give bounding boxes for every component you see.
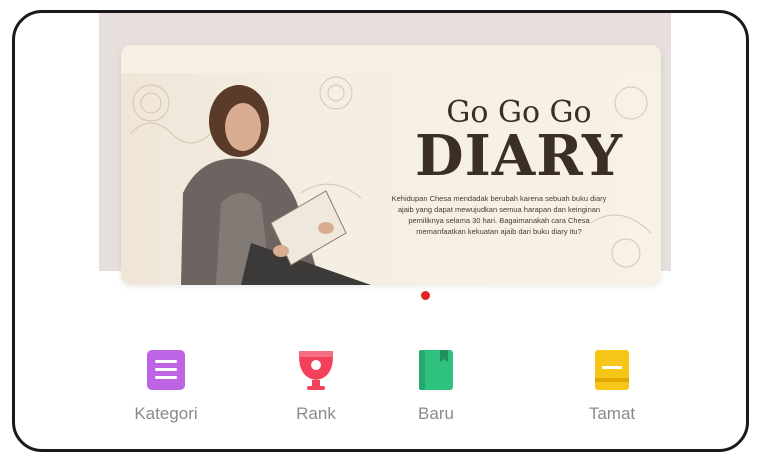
nav-baru-label: Baru [418, 404, 454, 423]
carousel-indicator-dot[interactable] [421, 291, 430, 300]
nav-rank-label: Rank [296, 404, 336, 423]
finished-book-icon [595, 350, 629, 390]
nav-baru[interactable]: Baru [381, 348, 491, 424]
nav-tamat[interactable]: Tamat [557, 348, 667, 424]
app-screen: Go Go Go DIARY Kehidupan Chesa mendadak … [12, 10, 749, 452]
book-icon [419, 350, 453, 390]
nav-kategori[interactable]: Kategori [111, 348, 221, 424]
promo-banner[interactable]: Go Go Go DIARY Kehidupan Chesa mendadak … [121, 45, 661, 285]
trophy-icon [299, 351, 333, 390]
banner-synopsis: Kehidupan Chesa mendadak berubah karena … [391, 194, 607, 236]
nav-tamat-label: Tamat [588, 404, 636, 423]
nav-rank[interactable]: Rank [261, 348, 371, 424]
nav-kategori-label: Kategori [134, 404, 198, 423]
list-icon [147, 350, 185, 390]
banner-title: DIARY [415, 123, 623, 189]
